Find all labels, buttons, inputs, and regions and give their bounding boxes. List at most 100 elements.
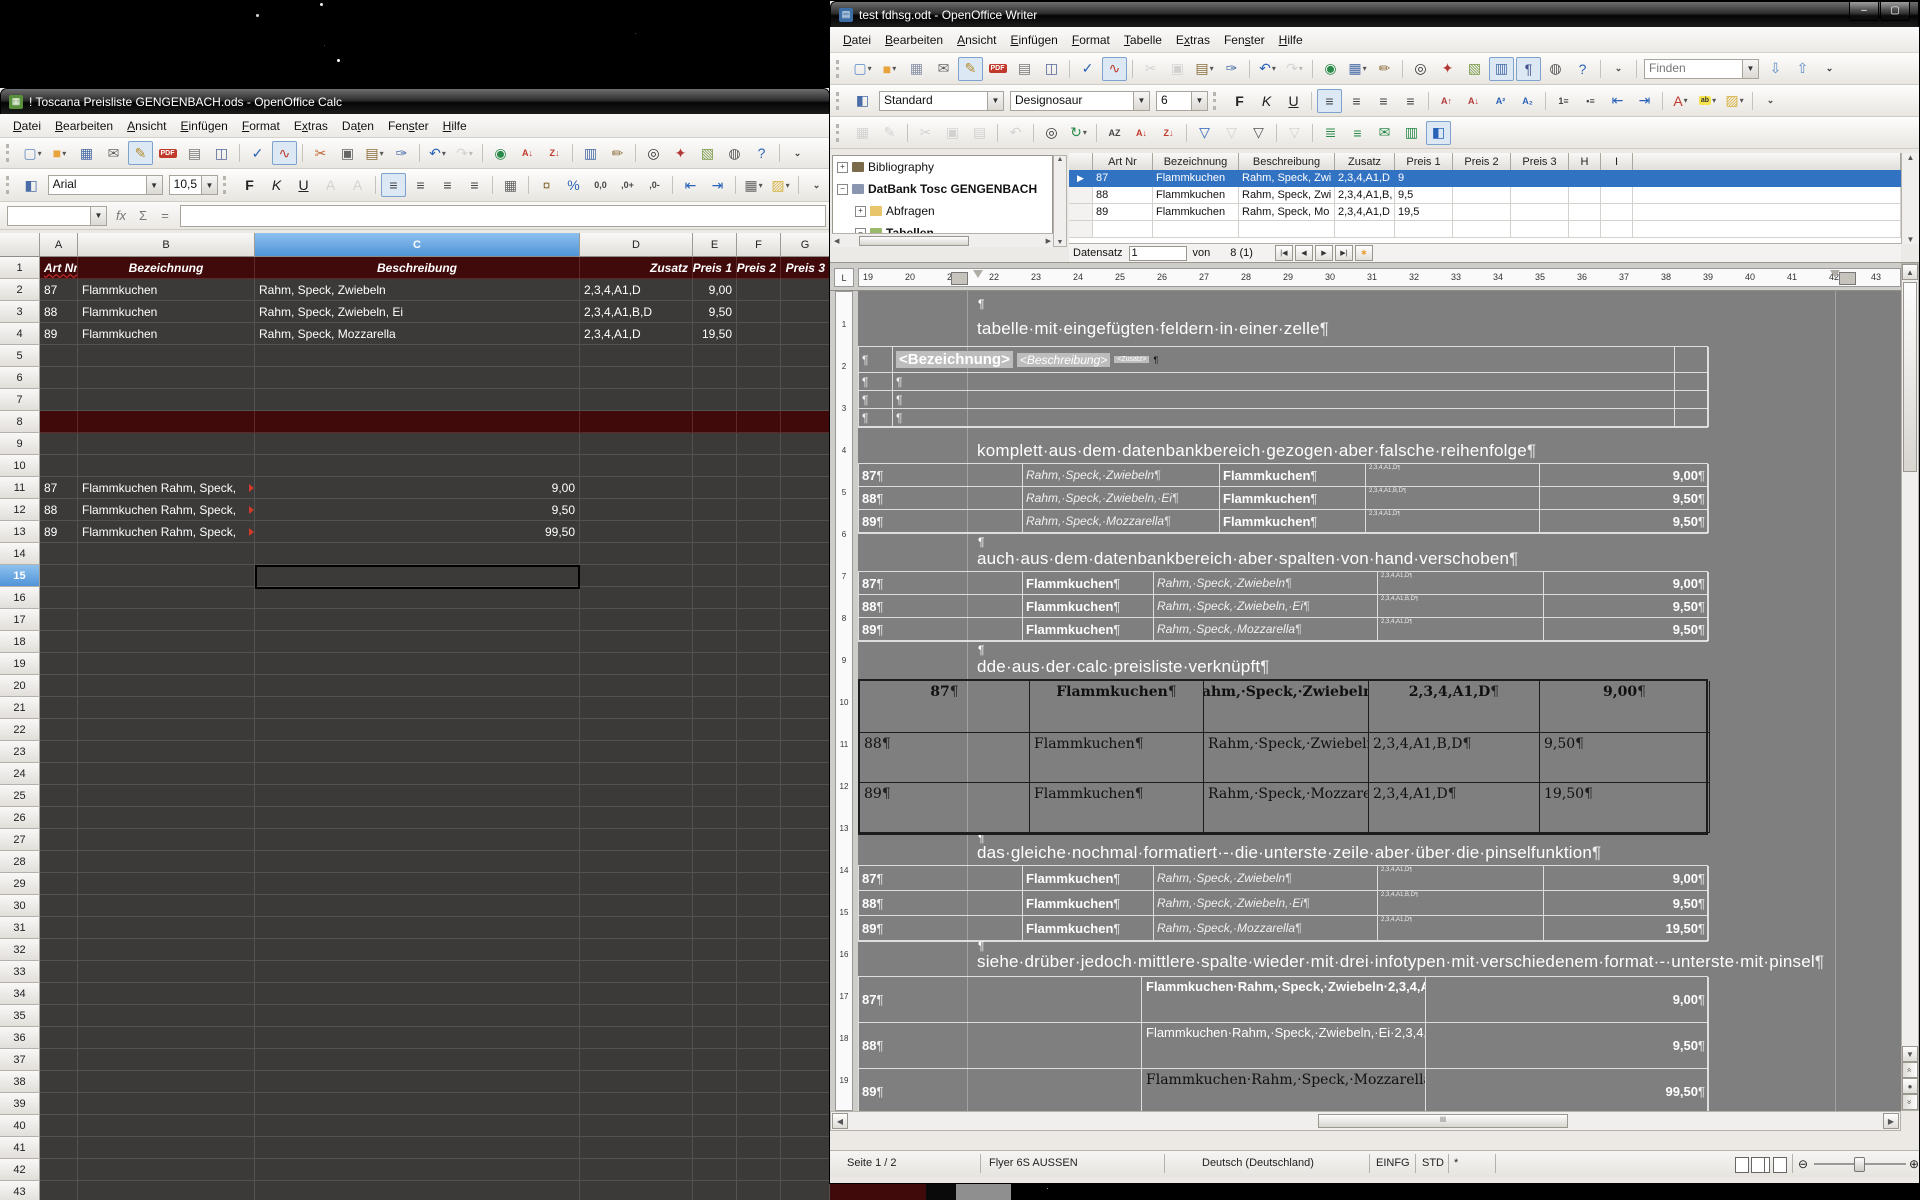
cell-C32[interactable] [255,939,580,961]
cell-B2[interactable]: Flammkuchen [78,279,255,301]
grid-cell[interactable] [1601,221,1633,238]
cell-C21[interactable] [255,697,580,719]
cell-C17[interactable] [255,609,580,631]
cell-E38[interactable] [693,1071,737,1093]
cell-G23[interactable] [781,741,830,763]
cell-C42[interactable] [255,1159,580,1181]
cell-C12[interactable]: 9,50 [255,499,580,521]
find-replace-icon[interactable]: ◎ [1408,57,1433,81]
cell-G32[interactable] [781,939,830,961]
table-cell[interactable]: Flammkuchen¶ [1023,891,1154,916]
cell-E1[interactable]: Preis 1 [693,257,737,279]
increase-indent-icon[interactable]: ⇥ [1632,89,1657,113]
grid-row[interactable] [1069,221,1901,238]
grow-font-icon[interactable]: A↑ [1434,89,1459,113]
scroll-up-icon[interactable]: ▲ [1907,153,1915,162]
cell-A20[interactable] [40,675,78,697]
table-cell[interactable]: ¶ [859,391,893,409]
cell-A15[interactable] [40,565,78,587]
cell-A41[interactable] [40,1137,78,1159]
cell-A6[interactable] [40,367,78,389]
cell-A13[interactable]: 89 [40,521,78,543]
cell-G40[interactable] [781,1115,830,1137]
grid-cell[interactable] [1601,170,1633,187]
next-page-icon[interactable]: » [1902,1094,1918,1110]
cell-G37[interactable] [781,1049,830,1071]
cell-E37[interactable] [693,1049,737,1071]
grid-cell[interactable] [1601,187,1633,204]
cell-F29[interactable] [737,873,781,895]
cell-B32[interactable] [78,939,255,961]
decrease-indent-icon[interactable]: ⇤ [1605,89,1630,113]
cut-icon[interactable]: ✂ [913,121,938,145]
cell-G42[interactable] [781,1159,830,1181]
vertical-ruler[interactable]: 12345678910111213141516171819 [830,291,858,1111]
table-cell[interactable]: Rahm,·Speck,·Mozzarella¶ [1154,916,1378,941]
cell-E32[interactable] [693,939,737,961]
table-cell[interactable]: 2,3,4,A1,D¶ [1378,866,1544,891]
cell-C23[interactable] [255,741,580,763]
grid-cell[interactable]: 87 [1093,170,1153,187]
doc-table-3[interactable]: 87¶Flammkuchen¶Rahm,·Speck,·Zwiebeln¶2,3… [858,571,1708,642]
table-cell[interactable]: Flammkuchen¶ [1220,510,1366,533]
cell-C9[interactable] [255,433,580,455]
row-header-38[interactable]: 38 [0,1071,40,1093]
document-area[interactable]: ¶¶¶¶¶¶tabelle·mit·eingefügten·feldern·in… [858,291,1901,1111]
name-box-value[interactable] [8,207,90,225]
cell-E31[interactable] [693,917,737,939]
grid-cell[interactable]: Flammkuchen [1153,204,1239,221]
cell-B41[interactable] [78,1137,255,1159]
toolbar-grip[interactable] [6,176,14,194]
cell-G10[interactable] [781,455,830,477]
grid-cell[interactable] [1335,221,1395,238]
row-header-30[interactable]: 30 [0,895,40,917]
last-record-icon[interactable]: ▶| [1335,245,1353,261]
cell-F7[interactable] [737,389,781,411]
cell-B6[interactable] [78,367,255,389]
table-cell[interactable]: 88¶ [859,487,1023,510]
cell-B34[interactable] [78,983,255,1005]
toolbar-overflow-icon[interactable]: ⌄ [785,141,810,165]
cell-A38[interactable] [40,1071,78,1093]
chevron-down-icon[interactable]: ▼ [1191,92,1207,110]
cell-C8[interactable] [255,411,580,433]
doc-table-2[interactable]: 87¶Rahm,·Speck,·Zwiebeln¶Flammkuchen¶2,3… [858,463,1708,534]
doc-table-6[interactable]: 87¶Flammkuchen·Rahm,·Speck,·Zwiebeln·2,3… [858,976,1708,1111]
cell-G3[interactable] [781,301,830,323]
cell-B40[interactable] [78,1115,255,1137]
cell-C38[interactable] [255,1071,580,1093]
grid-cell[interactable]: 2,3,4,A1,D [1335,204,1395,221]
highlighting-icon[interactable]: ab▾ [1695,89,1720,113]
paste-icon[interactable]: ▤ [967,121,992,145]
undo-icon[interactable]: ↶ [1003,121,1028,145]
cell-F39[interactable] [737,1093,781,1115]
toolbar-grip[interactable] [1213,92,1222,110]
row-header-1[interactable]: 1 [0,257,40,279]
table-cell[interactable] [1675,373,1709,391]
cell-F3[interactable] [737,301,781,323]
bullet-list-icon[interactable]: •≡ [1578,89,1603,113]
row-header-18[interactable]: 18 [0,631,40,653]
cell-F35[interactable] [737,1005,781,1027]
row-header-39[interactable]: 39 [0,1093,40,1115]
email-icon[interactable]: ✉ [931,57,956,81]
cell-D30[interactable] [580,895,693,917]
row-header-35[interactable]: 35 [0,1005,40,1027]
doc-table-1[interactable]: ¶<Bezeichnung><Beschreibung><Zusatz>¶¶¶¶… [858,346,1708,428]
cell-B12[interactable]: Flammkuchen Rahm, Speck, [78,499,255,521]
cell-G27[interactable] [781,829,830,851]
save-icon[interactable]: ▦ [74,141,99,165]
cell-B7[interactable] [78,389,255,411]
bold-icon[interactable]: F [1227,89,1252,113]
table-cell[interactable]: 2,3,4,A1,B,D¶ [1378,595,1544,618]
chevron-down-icon[interactable]: ▼ [987,92,1003,110]
cell-E8[interactable] [693,411,737,433]
cell-G13[interactable] [781,521,830,543]
tab-type-button[interactable]: L [834,268,854,287]
table-cell[interactable]: 89¶ [860,783,1030,833]
dropdown-arrow-icon[interactable]: ▾ [786,181,790,190]
cell-F24[interactable] [737,763,781,785]
number-percent-icon[interactable]: % [561,173,586,197]
cell-G19[interactable] [781,653,830,675]
font-size-value[interactable]: 10,5 [170,176,201,194]
